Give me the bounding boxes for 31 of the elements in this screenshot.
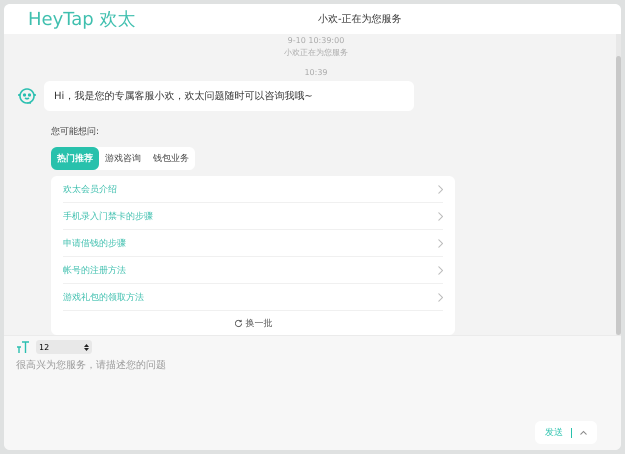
- spinner-icon: [84, 342, 89, 352]
- category-tab[interactable]: 热门推荐: [51, 147, 99, 170]
- font-size-icon: [16, 340, 30, 354]
- question-link[interactable]: 欢太会员介绍: [63, 182, 117, 196]
- message-input[interactable]: 很高兴为您服务，请描述您的问题: [16, 358, 576, 398]
- question-link[interactable]: 游戏礼包的领取方法: [63, 290, 144, 304]
- support-agent-icon: [16, 85, 38, 107]
- refresh-icon: [234, 318, 242, 328]
- question-link[interactable]: 申请借钱的步骤: [63, 236, 126, 250]
- chevron-right-icon: [438, 184, 443, 194]
- category-tab[interactable]: 钱包业务: [147, 147, 195, 170]
- chat-title: 小欢-正在为您服务: [318, 12, 402, 26]
- logo: HeyTap 欢太: [28, 8, 136, 31]
- message-composer[interactable]: 12 很高兴为您服务，请描述您的问题 发送: [4, 335, 621, 450]
- suggestion-prompt: 您可能想问:: [51, 126, 100, 138]
- question-link[interactable]: 帐号的注册方法: [63, 264, 126, 276]
- chevron-right-icon: [438, 292, 443, 302]
- message-bubble: Hi，我是您的专属客服小欢，欢太问题随时可以咨询我哦~: [44, 81, 414, 111]
- category-tab[interactable]: 游戏咨询: [99, 147, 147, 170]
- chevron-right-icon: [438, 238, 443, 248]
- question-link[interactable]: 手机录入门禁卡的步骤: [63, 210, 153, 222]
- message-time: 10:39: [303, 68, 329, 77]
- status-text: 小欢正在为您服务: [283, 47, 349, 58]
- refresh-button[interactable]: 换一批: [228, 311, 278, 335]
- timestamp: 9-10 10:39:00: [286, 36, 346, 45]
- chevron-right-icon: [438, 266, 443, 274]
- chevron-right-icon: [438, 212, 443, 220]
- font-size-select[interactable]: 12: [36, 340, 92, 354]
- scrollbar[interactable]: [616, 56, 621, 335]
- send-button[interactable]: 发送: [545, 426, 563, 439]
- caret-icon[interactable]: [580, 430, 587, 435]
